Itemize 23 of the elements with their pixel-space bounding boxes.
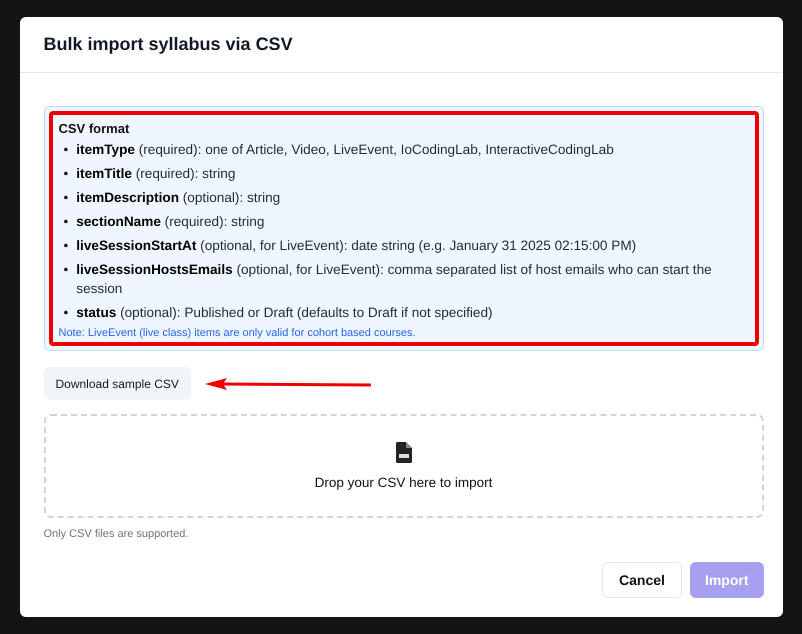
download-button[interactable]: Download sample CSV: [44, 367, 191, 400]
file-icon: [396, 442, 412, 463]
field-description: sectionName (required): string: [76, 213, 264, 231]
bullet: •: [64, 237, 68, 255]
field-description: itemDescription (optional): string: [76, 189, 280, 207]
bullet: •: [64, 165, 68, 183]
dropzone-label: Drop your CSV here to import: [314, 475, 492, 490]
field-description: liveSessionStartAt (optional, for LiveEvent): date string (e.g. January 31 2025 02:15:00 PM): [76, 237, 636, 255]
bullet: •: [64, 304, 68, 322]
bullet: •: [64, 261, 68, 279]
dialog-title: Bulk import syllabus via CSV: [44, 34, 293, 55]
field-description: itemType (required): one of Article, Video, LiveEvent, IoCodingLab, InteractiveCodingLab: [76, 141, 614, 159]
bullet: •: [64, 189, 68, 207]
bullet: •: [64, 213, 68, 231]
bullet: •: [64, 141, 68, 159]
field-description: status (optional): Published or Draft (defaults to Draft if not specified): [76, 304, 493, 322]
info-note: Note: LiveEvent (live class) items are only valid for cohort based courses.: [58, 327, 417, 339]
cancel-button[interactable]: Cancel: [602, 562, 682, 598]
info-heading: CSV format: [58, 121, 130, 136]
field-description: itemTitle (required): string: [76, 165, 236, 183]
hint-text: Only CSV files are supported.: [44, 528, 190, 540]
dropzone[interactable]: Drop your CSV here to import: [44, 414, 764, 518]
field-description: liveSessionHostsEmails (optional, for LiveEvent): comma separated list of host emails who can start the session: [76, 261, 713, 298]
